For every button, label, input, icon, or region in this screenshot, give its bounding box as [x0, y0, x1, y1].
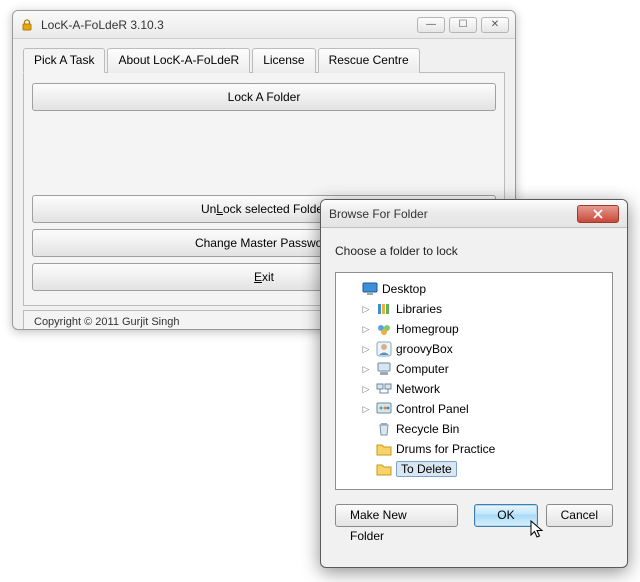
- expander-icon[interactable]: ▷: [360, 304, 372, 315]
- tree-item-drums-for-practice[interactable]: Drums for Practice: [340, 439, 608, 459]
- tree-item-libraries[interactable]: ▷ Libraries: [340, 299, 608, 319]
- computer-icon: [376, 361, 392, 377]
- dialog-titlebar: Browse For Folder: [321, 200, 627, 228]
- button-label: OK: [497, 508, 514, 522]
- dialog-body: Choose a folder to lock Desktop ▷ Librarie…: [321, 228, 627, 537]
- tab-label: Pick A Task: [34, 53, 94, 67]
- tree-item-to-delete[interactable]: To Delete: [340, 459, 608, 479]
- tree-item-label: Drums for Practice: [396, 442, 495, 456]
- make-new-folder-button[interactable]: Make New Folder: [335, 504, 458, 527]
- ok-button[interactable]: OK: [474, 504, 537, 527]
- dialog-instruction: Choose a folder to lock: [335, 244, 613, 258]
- tree-item-label: groovyBox: [396, 342, 453, 356]
- tree-item-desktop[interactable]: Desktop: [340, 279, 608, 299]
- tree-item-label: Recycle Bin: [396, 422, 459, 436]
- tree-item-label: Libraries: [396, 302, 442, 316]
- expander-icon[interactable]: ▷: [360, 324, 372, 335]
- tabs: Pick A Task About LocK-A-FoLdeR License …: [23, 47, 505, 73]
- tree-item-recycle-bin[interactable]: Recycle Bin: [340, 419, 608, 439]
- tree-item-homegroup[interactable]: ▷ Homegroup: [340, 319, 608, 339]
- libraries-icon: [376, 301, 392, 317]
- window-controls: — ☐ ✕: [417, 17, 509, 33]
- tree-item-network[interactable]: ▷ Network: [340, 379, 608, 399]
- tree-item-groovybox[interactable]: ▷ groovyBox: [340, 339, 608, 359]
- button-label: Change Master Password: [195, 236, 333, 250]
- tab-label: Rescue Centre: [329, 53, 409, 67]
- tree-item-label: Control Panel: [396, 402, 469, 416]
- dialog-close-button[interactable]: [577, 205, 619, 223]
- expander-icon[interactable]: ▷: [360, 384, 372, 395]
- control-icon: [376, 401, 392, 417]
- tree-item-label: Computer: [396, 362, 449, 376]
- tree-item-label: Desktop: [382, 282, 426, 296]
- button-label: Cancel: [561, 508, 598, 522]
- tree-item-label: Network: [396, 382, 440, 396]
- tab-rescue[interactable]: Rescue Centre: [318, 48, 420, 73]
- button-label: Lock A Folder: [228, 90, 301, 104]
- tree-item-control-panel[interactable]: ▷ Control Panel: [340, 399, 608, 419]
- tab-about[interactable]: About LocK-A-FoLdeR: [107, 48, 250, 73]
- lock-icon: [19, 17, 35, 33]
- maximize-button[interactable]: ☐: [449, 17, 477, 33]
- tab-license[interactable]: License: [252, 48, 315, 73]
- folder-tree[interactable]: Desktop ▷ Libraries ▷ Homegroup ▷ groovyBox ▷ Co…: [335, 272, 613, 490]
- dialog-buttons: Make New Folder OK Cancel: [335, 504, 613, 527]
- minimize-button[interactable]: —: [417, 17, 445, 33]
- expander-icon[interactable]: ▷: [360, 344, 372, 355]
- button-label: UnLock selected Folder: [201, 202, 327, 216]
- tree-item-label: Homegroup: [396, 322, 459, 336]
- app-title: LocK-A-FoLdeR 3.10.3: [41, 18, 417, 32]
- desktop-icon: [362, 281, 378, 297]
- folder-icon: [376, 441, 392, 457]
- lock-folder-button[interactable]: Lock A Folder: [32, 83, 496, 111]
- button-label: Exit: [254, 270, 274, 284]
- dialog-title: Browse For Folder: [329, 207, 577, 221]
- tree-item-computer[interactable]: ▷ Computer: [340, 359, 608, 379]
- recycle-icon: [376, 421, 392, 437]
- folder-icon: [376, 461, 392, 477]
- close-button[interactable]: ✕: [481, 17, 509, 33]
- homegroup-icon: [376, 321, 392, 337]
- folder-list-placeholder: [32, 117, 496, 195]
- expander-icon[interactable]: ▷: [360, 364, 372, 375]
- network-icon: [376, 381, 392, 397]
- tab-pick-a-task[interactable]: Pick A Task: [23, 48, 105, 73]
- tab-label: About LocK-A-FoLdeR: [118, 53, 239, 67]
- tree-item-label: To Delete: [396, 461, 457, 477]
- cancel-button[interactable]: Cancel: [546, 504, 613, 527]
- titlebar: LocK-A-FoLdeR 3.10.3 — ☐ ✕: [13, 11, 515, 39]
- button-label: Make New Folder: [350, 508, 407, 543]
- user-icon: [376, 341, 392, 357]
- browse-folder-dialog: Browse For Folder Choose a folder to loc…: [320, 199, 628, 568]
- expander-icon[interactable]: ▷: [360, 404, 372, 415]
- copyright-text: Copyright © 2011 Gurjit Singh: [30, 314, 183, 330]
- tab-label: License: [263, 53, 304, 67]
